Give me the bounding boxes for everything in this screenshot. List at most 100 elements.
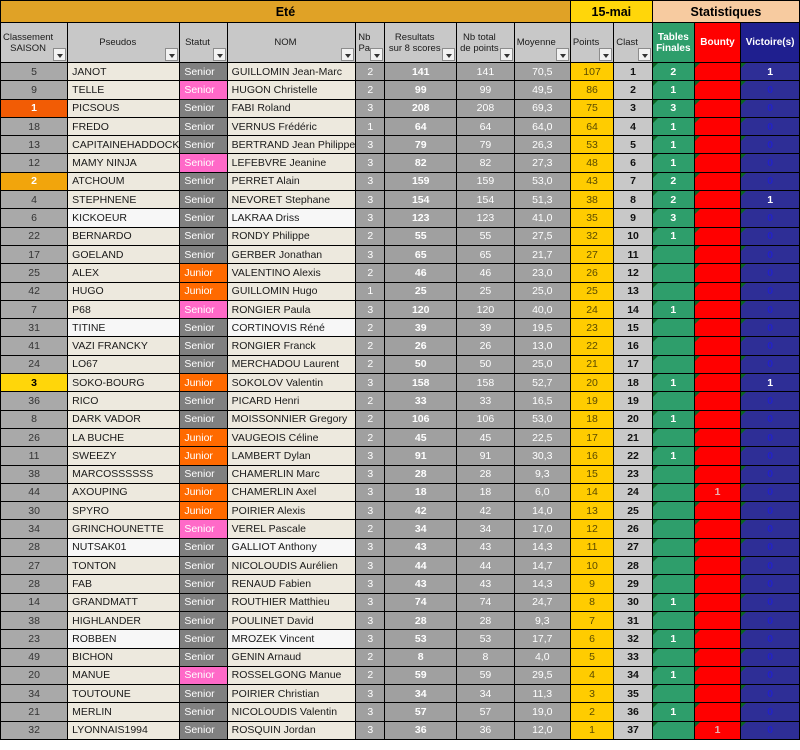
cell-statut: Senior (179, 80, 228, 100)
table-row[interactable]: 23 ROBBEN Senior MROZEK Vincent 3 53 53 17,7 6 32… (0, 629, 800, 649)
cell-statut: Senior (179, 190, 228, 210)
cell-tables-finales (651, 244, 695, 265)
cell-nom: GENIN Arnaud (226, 647, 357, 667)
cell-moyenne: 27,3 (513, 153, 571, 173)
cell-nb-total-points: 159 (456, 171, 515, 192)
cell-resultats-8-scores: 106 (384, 409, 458, 429)
cell-points: 22 (569, 336, 615, 356)
cell-bounty (693, 318, 742, 338)
cell-value: 0 (767, 541, 774, 554)
cell-classement: 28 (0, 537, 69, 558)
table-row[interactable]: 34 GRINCHOUNETTE Senior VEREL Pascale 2 34 34 1… (0, 519, 800, 539)
filter-dropdown-icon[interactable] (442, 48, 456, 61)
table-row[interactable]: 49 BICHON Senior GENIN Arnaud 2 8 8 4,0 5 33 0 (0, 647, 800, 667)
filter-dropdown-icon[interactable] (165, 48, 179, 61)
table-row[interactable]: 9 TELLE Senior HUGON Christelle 2 99 99 49,5 86 2… (0, 80, 800, 100)
cell-nom: MOISSONNIER Gregory (226, 409, 357, 429)
cell-nb-total-points: 99 (456, 80, 515, 100)
filter-dropdown-icon[interactable] (341, 48, 355, 61)
cell-nb-total-points: 53 (456, 629, 515, 649)
filter-dropdown-icon[interactable] (212, 48, 226, 61)
table-row[interactable]: 14 GRANDMATT Senior ROUTHIER Matthieu 3 74 74 2… (0, 592, 800, 612)
table-row[interactable]: 26 LA BUCHE Junior VAUGEOIS Céline 2 45 45 22,5… (0, 427, 800, 448)
cell-nb-parties: 2 (355, 354, 386, 375)
comment-marker-icon (695, 502, 700, 508)
table-row[interactable]: 7 P68 Senior RONGIER Paula 3 120 120 40,0 24 14 1 0 (0, 299, 800, 320)
table-row[interactable]: 21 MERLIN Senior NICOLOUDIS Valentin 3 57 57 19… (0, 702, 800, 722)
table-row[interactable]: 42 HUGO Junior GUILLOMIN Hugo 1 25 25 25,0 25 13 0 (0, 281, 800, 301)
comment-marker-icon (741, 319, 747, 325)
cell-statut: Senior (179, 116, 228, 137)
table-row[interactable]: 25 ALEX Junior VALENTINO Alexis 2 46 46 23,0 26 1… (0, 263, 800, 283)
comment-marker-icon (741, 337, 747, 343)
cell-bounty (693, 409, 742, 429)
table-row[interactable]: 4 STEPHNENE Senior NEVORET Stephane 3 154 154 5… (0, 190, 800, 210)
comment-marker-icon (695, 173, 700, 178)
column-header-pseudos: Pseudos (67, 22, 181, 63)
table-row[interactable]: 34 TOUTOUNE Senior POIRIER Christian 3 34 34 11… (0, 684, 800, 704)
table-row[interactable]: 32 LYONNAIS1994 Senior ROSQUIN Jordan 3 36 36 1… (0, 720, 800, 740)
table-row[interactable]: 18 FREDO Senior VERNUS Frédéric 1 64 64 64,0 64 4… (0, 116, 800, 137)
table-row[interactable]: 44 AXOUPING Junior CHAMERLIN Axel 3 18 18 6,0 14… (0, 482, 800, 503)
table-row[interactable]: 28 NUTSAK01 Senior GALLIOT Anthony 3 43 43 14,3… (0, 537, 800, 558)
cell-statut: Senior (179, 702, 228, 722)
cell-value: 0 (767, 559, 774, 572)
table-row[interactable]: 41 VAZI FRANCKY Senior RONGIER Franck 2 26 26 1… (0, 336, 800, 356)
cell-nb-total-points: 34 (456, 684, 515, 704)
cell-moyenne: 26,3 (513, 135, 571, 155)
table-row[interactable]: 36 RICO Senior PICARD Henri 2 33 33 16,5 19 19 0 (0, 391, 800, 411)
filter-dropdown-icon[interactable] (637, 48, 651, 61)
table-row[interactable]: 24 LO67 Senior MERCHADOU Laurent 2 50 50 25,0 21… (0, 354, 800, 375)
filter-dropdown-icon[interactable] (599, 48, 613, 61)
table-row[interactable]: 22 BERNARDO Senior RONDY Philippe 2 55 55 27,5 3… (0, 226, 800, 246)
table-row[interactable]: 38 MARCOSSSSSS Senior CHAMERLIN Marc 3 28 28 9,… (0, 464, 800, 484)
filter-dropdown-icon[interactable] (555, 48, 569, 61)
comment-marker-icon (695, 575, 700, 581)
cell-value: 0 (767, 504, 774, 517)
cell-classement: 34 (0, 684, 69, 704)
cell-points: 38 (569, 190, 615, 210)
table-row[interactable]: 2 ATCHOUM Senior PERRET Alain 3 159 159 53,0 43 7… (0, 171, 800, 192)
table-row[interactable]: 3 SOKO-BOURG Junior SOKOLOV Valentin 3 158 158… (0, 373, 800, 393)
cell-moyenne: 9,3 (513, 610, 571, 631)
cell-moyenne: 22,5 (513, 427, 571, 448)
filter-dropdown-icon[interactable] (370, 48, 384, 61)
cell-nb-total-points: 43 (456, 537, 515, 558)
filter-dropdown-icon[interactable] (499, 48, 513, 61)
comment-marker-icon (741, 502, 747, 508)
cell-value: 3 (670, 102, 677, 115)
table-row[interactable]: 12 MAMY NINJA Senior LEFEBVRE Jeanine 3 82 82 2… (0, 153, 800, 173)
cell-classement: 18 (0, 116, 69, 137)
table-row[interactable]: 5 JANOT Senior GUILLOMIN Jean-Marc 2 141 141 70… (0, 61, 800, 82)
cell-nb-total-points: 43 (456, 574, 515, 594)
table-row[interactable]: 11 SWEEZY Junior LAMBERT Dylan 3 91 91 30,3 16 22… (0, 446, 800, 466)
table-row[interactable]: 8 DARK VADOR Senior MOISSONNIER Gregory 2 106… (0, 409, 800, 429)
table-row[interactable]: 31 TITINE Senior CORTINOVIS Réné 2 39 39 19,5 23… (0, 318, 800, 338)
table-row[interactable]: 38 HIGHLANDER Senior POULINET David 3 28 28 9,3… (0, 610, 800, 631)
table-row[interactable]: 30 SPYRO Junior POIRIER Alexis 3 42 42 14,0 13 25… (0, 501, 800, 521)
comment-marker-icon (653, 136, 658, 142)
cell-bounty (693, 190, 742, 210)
cell-moyenne: 64,0 (513, 116, 571, 137)
cell-nb-total-points: 59 (456, 665, 515, 686)
cell-nom: ROSSELGONG Manue (226, 665, 357, 686)
cell-points: 20 (569, 373, 615, 393)
cell-moyenne: 13,0 (513, 336, 571, 356)
cell-nb-parties: 2 (355, 665, 386, 686)
cell-bounty (693, 208, 742, 228)
table-row[interactable]: 27 TONTON Senior NICOLOUDIS Aurélien 3 44 44 14… (0, 556, 800, 576)
table-row[interactable]: 13 CAPITAINEHADDOCK Senior BERTRAND Jean Ph… (0, 135, 800, 155)
cell-moyenne: 14,3 (513, 537, 571, 558)
table-row[interactable]: 28 FAB Senior RENAUD Fabien 3 43 43 14,3 9 29 0 (0, 574, 800, 594)
cell-nom: POULINET David (226, 610, 357, 631)
table-row[interactable]: 20 MANUE Senior ROSSELGONG Manue 2 59 59 29,5 4 3… (0, 665, 800, 686)
table-row[interactable]: 17 GOELAND Senior GERBER Jonathan 3 65 65 21,7 2… (0, 244, 800, 265)
table-row[interactable]: 1 PICSOUS Senior FABI Roland 3 208 208 69,3 75 3 3… (0, 98, 800, 118)
cell-tables-finales (651, 427, 695, 448)
comment-marker-icon (695, 337, 700, 343)
column-header-points: Points (569, 22, 615, 63)
cell-clast: 3 (613, 98, 653, 118)
cell-resultats-8-scores: 91 (384, 446, 458, 466)
table-row[interactable]: 6 KICKOEUR Senior LAKRAA Driss 3 123 123 41,0 35… (0, 208, 800, 228)
filter-dropdown-icon[interactable] (53, 48, 67, 61)
